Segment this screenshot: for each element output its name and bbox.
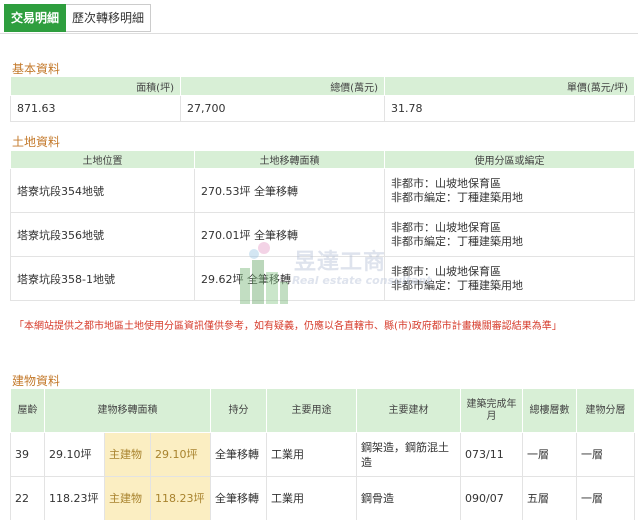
header-total-price: 總價(萬元) [180, 76, 385, 96]
building-area: 118.23坪 [44, 476, 105, 520]
table-row: 塔寮坑段354地號 270.53坪 全筆移轉 非都市：山坡地保育區 非都市編定：… [10, 168, 635, 213]
header-land-area: 土地移轉面積 [194, 150, 385, 169]
building-share: 全筆移轉 [210, 432, 268, 477]
header-building-area: 建物移轉面積 [43, 388, 212, 433]
building-share: 全筆移轉 [210, 476, 268, 520]
disclaimer-notice: 「本網站提供之都市地區土地使用分區資訊僅供參考，如有疑義，仍應以各直轄市、縣(市… [14, 321, 562, 332]
header-total-floors: 總樓層數 [522, 388, 578, 433]
value-unit-price: 31.78 [384, 95, 635, 122]
zone-secondary: 非都市編定：丁種建築用地 [391, 190, 523, 204]
building-material: 鋼骨造 [356, 476, 462, 520]
land-location: 塔寮坑段356地號 [10, 212, 195, 257]
building-floors: 五層 [522, 476, 578, 520]
land-info-table: 土地位置 土地移轉面積 使用分區或編定 塔寮坑段354地號 270.53坪 全筆… [10, 150, 635, 301]
building-level: 一層 [576, 476, 636, 520]
table-row: 塔寮坑段356地號 270.01坪 全筆移轉 非都市：山坡地保育區 非都市編定：… [10, 212, 635, 257]
building-level: 一層 [576, 432, 636, 477]
tab-transfer-history[interactable]: 歷次轉移明細 [66, 4, 152, 32]
building-use: 工業用 [266, 476, 358, 520]
building-type: 主建物 [104, 476, 151, 520]
tab-divider [0, 33, 638, 34]
value-total-price: 27,700 [180, 95, 385, 122]
building-type-area: 29.10坪 [149, 432, 212, 477]
land-area: 270.53坪 全筆移轉 [194, 168, 385, 213]
zone-primary: 非都市：山坡地保育區 [391, 264, 501, 278]
tab-bar: 交易明細 歷次轉移明細 [4, 4, 152, 32]
header-completion-date: 建築完成年月 [460, 388, 524, 433]
value-area: 871.63 [10, 95, 181, 122]
header-area: 面積(坪) [10, 76, 181, 96]
building-completed: 073/11 [460, 432, 524, 477]
land-section-title: 土地資料 [12, 135, 61, 149]
land-zone: 非都市：山坡地保育區 非都市編定：丁種建築用地 [384, 168, 635, 213]
zone-secondary: 非都市編定：丁種建築用地 [391, 278, 523, 292]
building-material: 鋼架造，鋼筋混土造 [356, 432, 462, 477]
land-zone: 非都市：山坡地保育區 非都市編定：丁種建築用地 [384, 212, 635, 257]
header-share: 持分 [210, 388, 268, 433]
building-info-table: 屋齡 建物移轉面積 持分 主要用途 主要建材 建築完成年月 總樓層數 建物分層 … [10, 388, 636, 520]
basic-info-table: 面積(坪) 總價(萬元) 單價(萬元/坪) 871.63 27,700 31.7… [10, 76, 635, 122]
table-row: 塔寮坑段358-1地號 29.62坪 全筆移轉 非都市：山坡地保育區 非都市編定… [10, 256, 635, 301]
building-age: 39 [10, 432, 45, 477]
building-use: 工業用 [266, 432, 358, 477]
header-unit-price: 單價(萬元/坪) [384, 76, 635, 96]
table-row: 39 29.10坪 主建物 29.10坪 全筆移轉 工業用 鋼架造，鋼筋混土造 … [10, 432, 636, 477]
building-type-area: 118.23坪 [149, 476, 212, 520]
basic-section-title: 基本資料 [12, 62, 61, 76]
land-zone: 非都市：山坡地保育區 非都市編定：丁種建築用地 [384, 256, 635, 301]
header-main-material: 主要建材 [356, 388, 462, 433]
header-land-location: 土地位置 [10, 150, 195, 169]
building-floors: 一層 [522, 432, 578, 477]
building-completed: 090/07 [460, 476, 524, 520]
land-area: 29.62坪 全筆移轉 [194, 256, 385, 301]
land-area: 270.01坪 全筆移轉 [194, 212, 385, 257]
header-building-age: 屋齡 [10, 388, 45, 433]
building-age: 22 [10, 476, 45, 520]
building-type: 主建物 [104, 432, 151, 477]
zone-secondary: 非都市編定：丁種建築用地 [391, 234, 523, 248]
zone-primary: 非都市：山坡地保育區 [391, 176, 501, 190]
tab-transaction-details[interactable]: 交易明細 [4, 4, 67, 32]
header-building-level: 建物分層 [576, 388, 636, 433]
land-location: 塔寮坑段358-1地號 [10, 256, 195, 301]
header-main-use: 主要用途 [266, 388, 358, 433]
header-land-zone: 使用分區或編定 [384, 150, 635, 169]
building-area: 29.10坪 [44, 432, 105, 477]
table-row: 22 118.23坪 主建物 118.23坪 全筆移轉 工業用 鋼骨造 090/… [10, 476, 636, 520]
building-section-title: 建物資料 [12, 374, 61, 388]
zone-primary: 非都市：山坡地保育區 [391, 220, 501, 234]
land-location: 塔寮坑段354地號 [10, 168, 195, 213]
